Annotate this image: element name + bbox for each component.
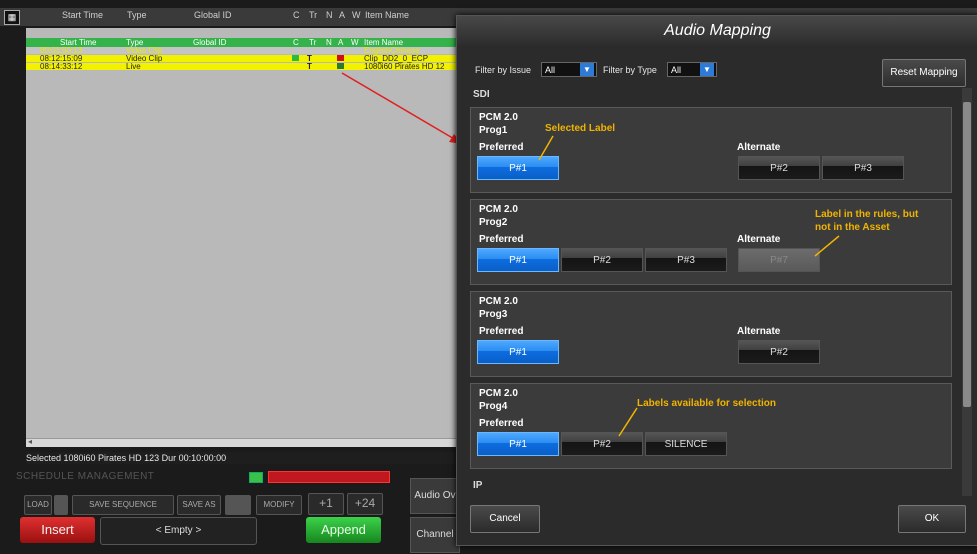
preferred-label: Preferred — [479, 326, 524, 337]
audio-mapping-dialog: Audio Mapping Filter by Issue All ▼ Filt… — [456, 15, 977, 546]
cancel-button[interactable]: Cancel — [470, 505, 540, 533]
label-chip-selected[interactable]: P#1 — [477, 340, 559, 364]
filter-issue-label: Filter by Issue — [475, 65, 532, 75]
label-chip[interactable]: P#3 — [645, 248, 727, 272]
label-chip[interactable]: P#2 — [738, 340, 820, 364]
alternate-label: Alternate — [737, 142, 781, 153]
ip-section-label: IP — [473, 480, 483, 491]
program-name: Prog2 — [479, 217, 508, 228]
audio-format: PCM 2.0 — [479, 388, 518, 399]
dialog-title: Audio Mapping — [457, 16, 977, 46]
annotation-available: Labels available for selection — [637, 398, 776, 409]
annotation-pointer — [618, 407, 638, 437]
vertical-scrollbar[interactable] — [962, 88, 972, 496]
alternate-label: Alternate — [737, 234, 781, 245]
chevron-down-icon[interactable]: ▼ — [580, 63, 594, 76]
preferred-label: Preferred — [479, 418, 524, 429]
mapping-list: PCM 2.0 Prog1 Preferred Alternate P#1 P#… — [470, 102, 958, 492]
preferred-label: Preferred — [479, 142, 524, 153]
alternate-label: Alternate — [737, 326, 781, 337]
label-chip-missing[interactable]: P#7 — [738, 248, 820, 272]
reset-mapping-button[interactable]: Reset Mapping — [882, 59, 966, 87]
label-chip[interactable]: P#2 — [561, 248, 643, 272]
filter-type-value: All — [671, 65, 682, 75]
program-panel: PCM 2.0 Prog1 Preferred Alternate P#1 P#… — [470, 107, 952, 193]
annotation-selected: Selected Label — [545, 123, 616, 134]
program-name: Prog1 — [479, 125, 508, 136]
label-chip[interactable]: P#3 — [822, 156, 904, 180]
program-name: Prog3 — [479, 309, 508, 320]
filter-type-select[interactable]: All ▼ — [667, 62, 717, 77]
filter-issue-select[interactable]: All ▼ — [541, 62, 597, 77]
label-chip-selected[interactable]: P#1 — [477, 248, 559, 272]
label-chip[interactable]: SILENCE — [645, 432, 727, 456]
annotation-rules-line1: Label in the rules, but — [815, 209, 919, 220]
chevron-down-icon[interactable]: ▼ — [700, 63, 714, 76]
filter-issue-value: All — [545, 65, 556, 75]
sdi-section-label: SDI — [473, 89, 490, 100]
preferred-label: Preferred — [479, 234, 524, 245]
filter-type-label: Filter by Type — [603, 65, 657, 75]
annotation-pointer — [814, 235, 840, 257]
audio-format: PCM 2.0 — [479, 204, 518, 215]
annotation-pointer — [538, 135, 554, 161]
label-chip-selected[interactable]: P#1 — [477, 432, 559, 456]
ok-button[interactable]: OK — [898, 505, 966, 533]
program-name: Prog4 — [479, 401, 508, 412]
audio-format: PCM 2.0 — [479, 112, 518, 123]
audio-format: PCM 2.0 — [479, 296, 518, 307]
program-panel: PCM 2.0 Prog4 Preferred P#1 P#2 SILENCE … — [470, 383, 952, 469]
program-panel: PCM 2.0 Prog2 Preferred Alternate P#1 P#… — [470, 199, 952, 285]
annotation-rules-line2: not in the Asset — [815, 222, 890, 233]
label-chip[interactable]: P#2 — [738, 156, 820, 180]
program-panel: PCM 2.0 Prog3 Preferred Alternate P#1 P#… — [470, 291, 952, 377]
scrollbar-thumb[interactable] — [963, 102, 971, 407]
